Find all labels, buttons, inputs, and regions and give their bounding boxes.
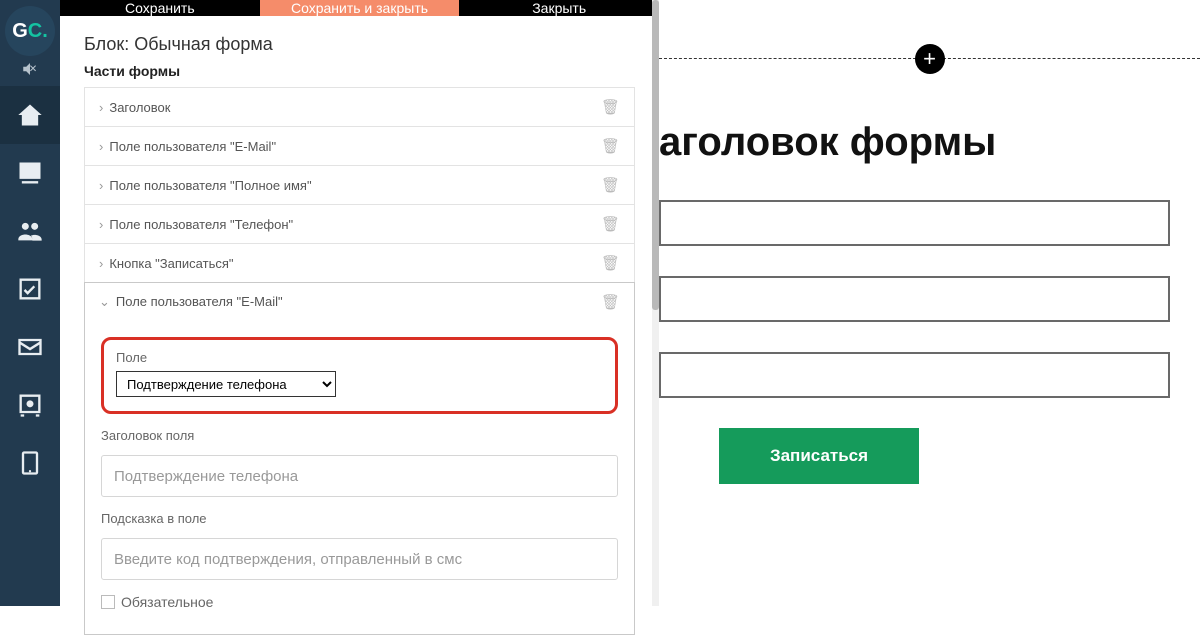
field-hint-label: Подсказка в поле [101, 511, 618, 526]
close-button[interactable]: Закрыть [459, 0, 659, 16]
checkbox-icon[interactable] [101, 595, 115, 609]
field-select[interactable]: Подтверждение телефона [116, 371, 336, 397]
nav-mail[interactable] [0, 318, 60, 376]
part-item[interactable]: › Поле пользователя "Телефон" 🗑 [84, 204, 635, 244]
part-item[interactable]: › Поле пользователя "E-Mail" 🗑 [84, 126, 635, 166]
delete-icon[interactable]: 🗑 [601, 137, 620, 155]
nav-mobile[interactable] [0, 434, 60, 492]
chevron-down-icon: ⌄ [99, 294, 110, 309]
delete-icon[interactable]: 🗑 [601, 293, 620, 311]
checkbox-icon [16, 275, 44, 303]
field-title-label: Заголовок поля [101, 428, 618, 443]
submit-button[interactable]: Записаться [719, 428, 919, 484]
chevron-right-icon: › [99, 256, 103, 271]
part-item-expanded[interactable]: ⌄ Поле пользователя "E-Mail" 🗑 [84, 282, 635, 322]
nav-users[interactable] [0, 202, 60, 260]
save-button[interactable]: Сохранить [60, 0, 260, 16]
delete-icon[interactable]: 🗑 [601, 254, 620, 272]
part-label: Поле пользователя "E-Mail" [109, 139, 276, 154]
add-section-button[interactable]: + [915, 44, 945, 74]
part-label: Поле пользователя "Телефон" [109, 217, 293, 232]
delete-icon[interactable]: 🗑 [601, 98, 620, 116]
left-sidebar: GC. [0, 0, 60, 606]
phone-icon [16, 449, 44, 477]
nav-safe[interactable] [0, 376, 60, 434]
mute-icon[interactable] [21, 60, 39, 78]
part-label: Кнопка "Записаться" [109, 256, 233, 271]
parts-list: › Заголовок 🗑 › Поле пользователя "E-Mail" 🗑… [60, 87, 659, 635]
editor-panel: Сохранить Сохранить и закрыть Закрыть Бл… [60, 0, 660, 606]
logo: GC. [5, 6, 55, 56]
safe-icon [16, 391, 44, 419]
part-label: Поле пользователя "Полное имя" [109, 178, 311, 193]
expanded-body: Поле Подтверждение телефона Заголовок по… [84, 321, 635, 635]
block-title: Блок: Обычная форма [60, 16, 659, 63]
nav-tasks[interactable] [0, 260, 60, 318]
parts-title: Части формы [60, 63, 659, 87]
part-item[interactable]: › Заголовок 🗑 [84, 87, 635, 127]
part-label: Поле пользователя "E-Mail" [116, 294, 283, 309]
field-title-input[interactable] [101, 455, 618, 497]
form-title: аголовок формы [659, 120, 996, 165]
editor-toolbar: Сохранить Сохранить и закрыть Закрыть [60, 0, 659, 16]
field-label: Поле [116, 350, 603, 365]
preview-input[interactable] [659, 276, 1170, 322]
nav-stats[interactable] [0, 144, 60, 202]
preview-area: + аголовок формы Записаться [659, 0, 1200, 606]
home-icon [16, 101, 44, 129]
nav-home[interactable] [0, 86, 60, 144]
field-hint-input[interactable] [101, 538, 618, 580]
preview-input[interactable] [659, 200, 1170, 246]
part-item[interactable]: › Кнопка "Записаться" 🗑 [84, 243, 635, 283]
save-close-button[interactable]: Сохранить и закрыть [260, 0, 460, 16]
chevron-right-icon: › [99, 178, 103, 193]
scrollbar-thumb[interactable] [652, 0, 659, 310]
delete-icon[interactable]: 🗑 [601, 176, 620, 194]
preview-form: Записаться [659, 200, 1170, 484]
delete-icon[interactable]: 🗑 [601, 215, 620, 233]
chart-icon [16, 159, 44, 187]
chevron-right-icon: › [99, 139, 103, 154]
chevron-right-icon: › [99, 217, 103, 232]
users-icon [16, 217, 44, 245]
chevron-right-icon: › [99, 100, 103, 115]
part-item[interactable]: › Поле пользователя "Полное имя" 🗑 [84, 165, 635, 205]
required-label: Обязательное [121, 594, 213, 610]
part-label: Заголовок [109, 100, 170, 115]
required-row[interactable]: Обязательное [101, 594, 618, 610]
mail-icon [16, 333, 44, 361]
preview-input[interactable] [659, 352, 1170, 398]
editor-scrollbar[interactable] [652, 0, 659, 606]
field-select-highlight: Поле Подтверждение телефона [101, 337, 618, 414]
